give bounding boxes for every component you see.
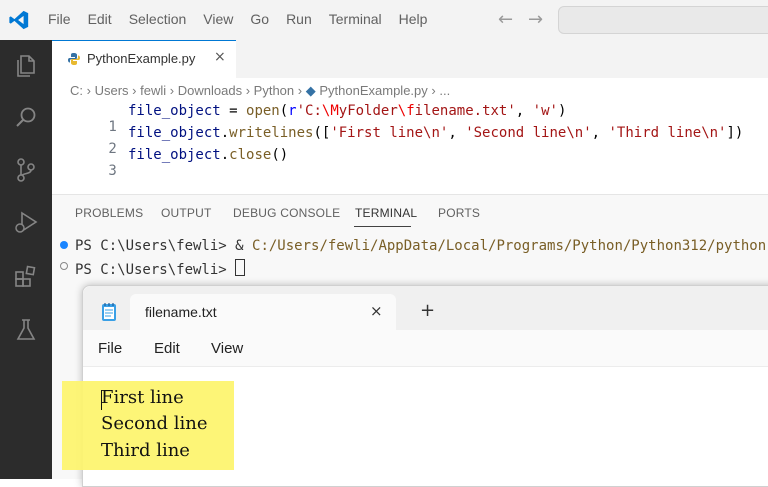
terminal-line: PS C:\Users\fewli> & C:/Users/fewli/AppD… — [75, 238, 768, 254]
breadcrumb-item[interactable]: Users — [95, 83, 129, 98]
source-control-icon[interactable] — [12, 156, 40, 184]
command-success-dot-icon[interactable] — [60, 241, 68, 249]
back-arrow-icon[interactable]: ← — [498, 9, 513, 30]
breadcrumb-item[interactable]: C: — [70, 83, 83, 98]
breadcrumb: C: › Users › fewli › Downloads › Python … — [70, 83, 451, 98]
python-file-icon: ◆ — [305, 83, 316, 98]
extensions-icon[interactable] — [12, 262, 40, 290]
vscode-logo-icon — [9, 10, 29, 30]
command-pending-dot-icon[interactable] — [60, 262, 68, 270]
menu-file[interactable]: File — [48, 11, 71, 27]
menu-terminal[interactable]: Terminal — [329, 11, 382, 27]
notepad-tab-title: filename.txt — [145, 304, 217, 320]
notepad-menu-file[interactable]: File — [98, 340, 122, 357]
new-tab-plus-icon[interactable]: + — [420, 300, 435, 321]
tab-close-icon[interactable]: × — [214, 49, 226, 65]
notepad-icon — [102, 303, 116, 321]
terminal-path: C:/Users/fewli/AppData/Local/Programs/Py… — [252, 238, 768, 254]
menu-edit[interactable]: Edit — [88, 11, 112, 27]
notepad-menu-bar — [83, 330, 768, 367]
tab-output[interactable]: OUTPUT — [161, 206, 212, 220]
menu-selection[interactable]: Selection — [129, 11, 187, 27]
breadcrumb-item[interactable]: ... — [439, 83, 450, 98]
forward-arrow-icon[interactable]: → — [528, 9, 543, 30]
explorer-files-icon[interactable] — [12, 52, 40, 80]
menu-go[interactable]: Go — [250, 11, 269, 27]
notepad-line: First line — [101, 387, 184, 408]
menu-view[interactable]: View — [203, 11, 233, 27]
run-debug-icon[interactable] — [12, 208, 40, 236]
breadcrumb-item[interactable]: Downloads — [178, 83, 242, 98]
active-tab-indicator — [354, 226, 411, 227]
menu-run[interactable]: Run — [286, 11, 312, 27]
tab-filename: PythonExample.py — [87, 51, 196, 66]
line-number: 3 — [108, 163, 117, 179]
tab-ports[interactable]: PORTS — [438, 206, 480, 220]
notepad-menu-edit[interactable]: Edit — [154, 340, 180, 357]
tab-terminal[interactable]: TERMINAL — [355, 206, 417, 220]
breadcrumb-item[interactable]: PythonExample.py — [319, 83, 427, 98]
menu-help[interactable]: Help — [399, 11, 428, 27]
notepad-menu-view[interactable]: View — [211, 340, 243, 357]
terminal-cursor — [235, 259, 246, 276]
search-icon[interactable] — [12, 104, 40, 132]
code-line[interactable]: 3 file_object.close() — [80, 147, 288, 195]
python-file-icon — [68, 53, 80, 65]
notepad-tab-close-icon[interactable]: × — [370, 302, 383, 320]
breadcrumb-item[interactable]: fewli — [140, 83, 166, 98]
terminal-line[interactable]: PS C:\Users\fewli> — [75, 259, 246, 278]
text-caret — [101, 390, 102, 410]
breadcrumb-item[interactable]: Python — [254, 83, 294, 98]
notepad-line: Third line — [101, 440, 190, 461]
notepad-line: Second line — [101, 413, 208, 434]
tab-debug-console[interactable]: DEBUG CONSOLE — [233, 206, 340, 220]
testing-flask-icon[interactable] — [12, 316, 40, 344]
tab-problems[interactable]: PROBLEMS — [75, 206, 143, 220]
menu-bar: File Edit Selection View Go Run Terminal… — [48, 11, 444, 27]
command-center-search[interactable] — [558, 6, 768, 34]
